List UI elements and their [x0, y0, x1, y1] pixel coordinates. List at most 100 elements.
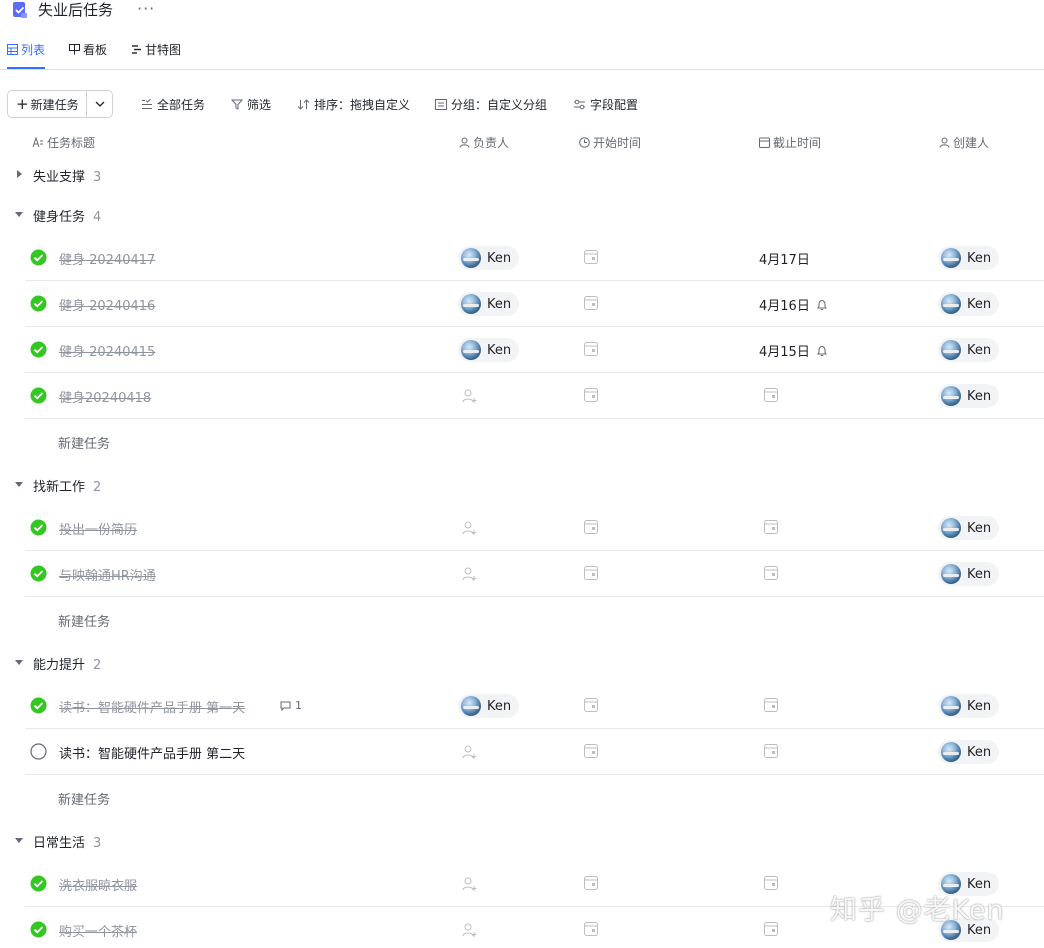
task-title[interactable]: 健身 20240417	[59, 249, 155, 268]
calendar-icon[interactable]	[764, 388, 778, 402]
calendar-icon[interactable]	[584, 520, 598, 534]
check-circle-icon[interactable]	[30, 697, 47, 714]
caret-down-icon[interactable]	[14, 835, 24, 845]
filter-button[interactable]: 筛选	[231, 96, 271, 113]
due-date[interactable]: 4月17日	[759, 249, 810, 268]
task-title[interactable]: 读书：智能硬件产品手册 第二天	[59, 743, 245, 762]
tab-gantt[interactable]: 甘特图	[131, 41, 181, 58]
task-row[interactable]: 健身 20240415 Ken 4月15日 Ken	[25, 327, 1044, 373]
calendar-icon[interactable]	[584, 250, 598, 264]
calendar-icon[interactable]	[764, 520, 778, 534]
calendar-icon[interactable]	[584, 566, 598, 580]
creator-chip[interactable]: Ken	[938, 292, 1000, 316]
empty-circle-icon[interactable]	[30, 743, 47, 760]
check-circle-icon[interactable]	[30, 341, 47, 358]
avatar	[941, 518, 961, 538]
calendar-icon[interactable]	[764, 566, 778, 580]
add-assignee-icon[interactable]	[462, 566, 478, 582]
calendar-icon[interactable]	[584, 296, 598, 310]
task-title[interactable]: 购买一个茶杯	[59, 921, 137, 940]
task-row[interactable]: 与映翰通HR沟通 Ken	[25, 551, 1044, 597]
group-header[interactable]: 日常生活 3	[0, 830, 1044, 852]
add-assignee-icon[interactable]	[462, 876, 478, 892]
check-circle-icon[interactable]	[30, 249, 47, 266]
caret-right-icon[interactable]	[14, 169, 24, 179]
column-header-due[interactable]: 截止时间	[759, 134, 821, 151]
calendar-icon[interactable]	[584, 922, 598, 936]
new-task-dropdown[interactable]	[87, 101, 112, 107]
group-button[interactable]: 分组：自定义分组	[435, 96, 547, 113]
assignee-name: Ken	[487, 296, 512, 312]
new-task-link[interactable]: 新建任务	[58, 433, 110, 452]
caret-down-icon[interactable]	[14, 209, 24, 219]
check-circle-icon[interactable]	[30, 387, 47, 404]
calendar-icon[interactable]	[584, 698, 598, 712]
task-row[interactable]: 健身 20240417 Ken 4月17日 Ken	[25, 235, 1044, 281]
task-row[interactable]: 健身 20240416 Ken 4月16日 Ken	[25, 281, 1044, 327]
add-assignee-icon[interactable]	[462, 388, 478, 404]
calendar-icon[interactable]	[584, 876, 598, 890]
sort-button[interactable]: 排序：拖拽自定义	[297, 96, 410, 113]
task-title[interactable]: 与映翰通HR沟通	[59, 565, 156, 584]
check-circle-icon[interactable]	[30, 921, 47, 938]
add-assignee-icon[interactable]	[462, 922, 478, 938]
column-header-title[interactable]: 任务标题	[32, 134, 95, 151]
task-title[interactable]: 健身20240418	[59, 387, 151, 406]
assignee-chip[interactable]: Ken	[458, 694, 520, 718]
task-row[interactable]: 读书：智能硬件产品手册 第二天 Ken	[25, 729, 1044, 775]
task-row[interactable]: 读书：智能硬件产品手册 第一天 1 Ken Ken	[25, 683, 1044, 729]
creator-chip[interactable]: Ken	[938, 740, 1000, 764]
due-date[interactable]: 4月16日	[759, 295, 828, 314]
all-tasks-label: 全部任务	[157, 98, 206, 112]
assignee-chip[interactable]: Ken	[458, 338, 520, 362]
column-header-creator[interactable]: 创建人	[939, 134, 989, 151]
task-row[interactable]: 健身20240418 Ken	[25, 373, 1044, 419]
tab-list[interactable]: 列表	[7, 41, 45, 58]
calendar-icon[interactable]	[584, 744, 598, 758]
new-task-link[interactable]: 新建任务	[58, 611, 110, 630]
tab-kanban[interactable]: 看板	[69, 41, 107, 58]
new-task-link[interactable]: 新建任务	[58, 789, 110, 808]
task-title[interactable]: 洗衣服晾衣服	[59, 875, 137, 894]
calendar-icon[interactable]	[764, 922, 778, 936]
column-header-assignee[interactable]: 负责人	[459, 134, 509, 151]
add-assignee-icon[interactable]	[462, 744, 478, 760]
column-header-start[interactable]: 开始时间	[579, 134, 641, 151]
field-config-button[interactable]: 字段配置	[573, 96, 638, 113]
group-header[interactable]: 失业支撑 3	[0, 164, 1044, 186]
calendar-icon[interactable]	[584, 342, 598, 356]
creator-chip[interactable]: Ken	[938, 246, 1000, 270]
all-tasks-button[interactable]: 全部任务	[141, 96, 205, 113]
calendar-icon[interactable]	[764, 876, 778, 890]
caret-down-icon[interactable]	[14, 479, 24, 489]
creator-name: Ken	[967, 698, 992, 714]
check-circle-icon[interactable]	[30, 519, 47, 536]
creator-chip[interactable]: Ken	[938, 694, 1000, 718]
task-title[interactable]: 健身 20240415	[59, 341, 155, 360]
group-header[interactable]: 健身任务 4	[0, 204, 1044, 226]
creator-chip[interactable]: Ken	[938, 338, 1000, 362]
calendar-icon[interactable]	[584, 388, 598, 402]
caret-down-icon[interactable]	[14, 657, 24, 667]
creator-chip[interactable]: Ken	[938, 516, 1000, 540]
task-row[interactable]: 投出一份简历 Ken	[25, 505, 1044, 551]
assignee-chip[interactable]: Ken	[458, 292, 520, 316]
check-circle-icon[interactable]	[30, 295, 47, 312]
calendar-icon[interactable]	[764, 744, 778, 758]
check-circle-icon[interactable]	[30, 565, 47, 582]
task-title[interactable]: 读书：智能硬件产品手册 第一天	[59, 697, 245, 716]
calendar-icon[interactable]	[764, 698, 778, 712]
due-date[interactable]: 4月15日	[759, 341, 828, 360]
comment-count[interactable]: 1	[280, 699, 302, 712]
group-header[interactable]: 找新工作 2	[0, 474, 1044, 496]
more-options-button[interactable]: ···	[137, 0, 155, 18]
creator-chip[interactable]: Ken	[938, 384, 1000, 408]
new-task-button[interactable]: + 新建任务	[8, 91, 86, 117]
creator-chip[interactable]: Ken	[938, 562, 1000, 586]
task-title[interactable]: 投出一份简历	[59, 519, 137, 538]
add-assignee-icon[interactable]	[462, 520, 478, 536]
task-title[interactable]: 健身 20240416	[59, 295, 155, 314]
assignee-chip[interactable]: Ken	[458, 246, 520, 270]
group-header[interactable]: 能力提升 2	[0, 652, 1044, 674]
check-circle-icon[interactable]	[30, 875, 47, 892]
